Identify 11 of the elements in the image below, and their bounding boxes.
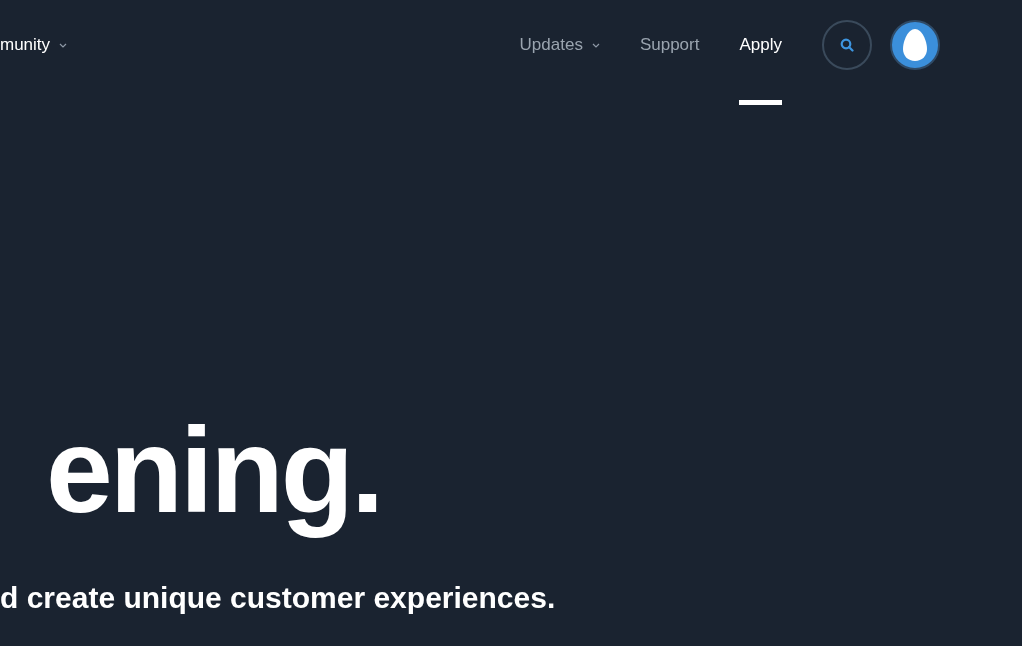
headline: ening. — [46, 402, 382, 538]
subtitle: d create unique customer experiences. — [0, 580, 556, 616]
avatar-button[interactable] — [890, 20, 940, 70]
active-underline — [739, 100, 782, 105]
nav-link[interactable]: Updates — [519, 32, 583, 58]
nav-link[interactable]: Apply — [739, 32, 782, 58]
nav-link[interactable]: munity — [0, 32, 51, 58]
search-button[interactable] — [822, 20, 872, 70]
search-icon — [840, 38, 854, 52]
egg-icon — [903, 29, 927, 61]
nav-link[interactable]: Support — [639, 32, 700, 58]
